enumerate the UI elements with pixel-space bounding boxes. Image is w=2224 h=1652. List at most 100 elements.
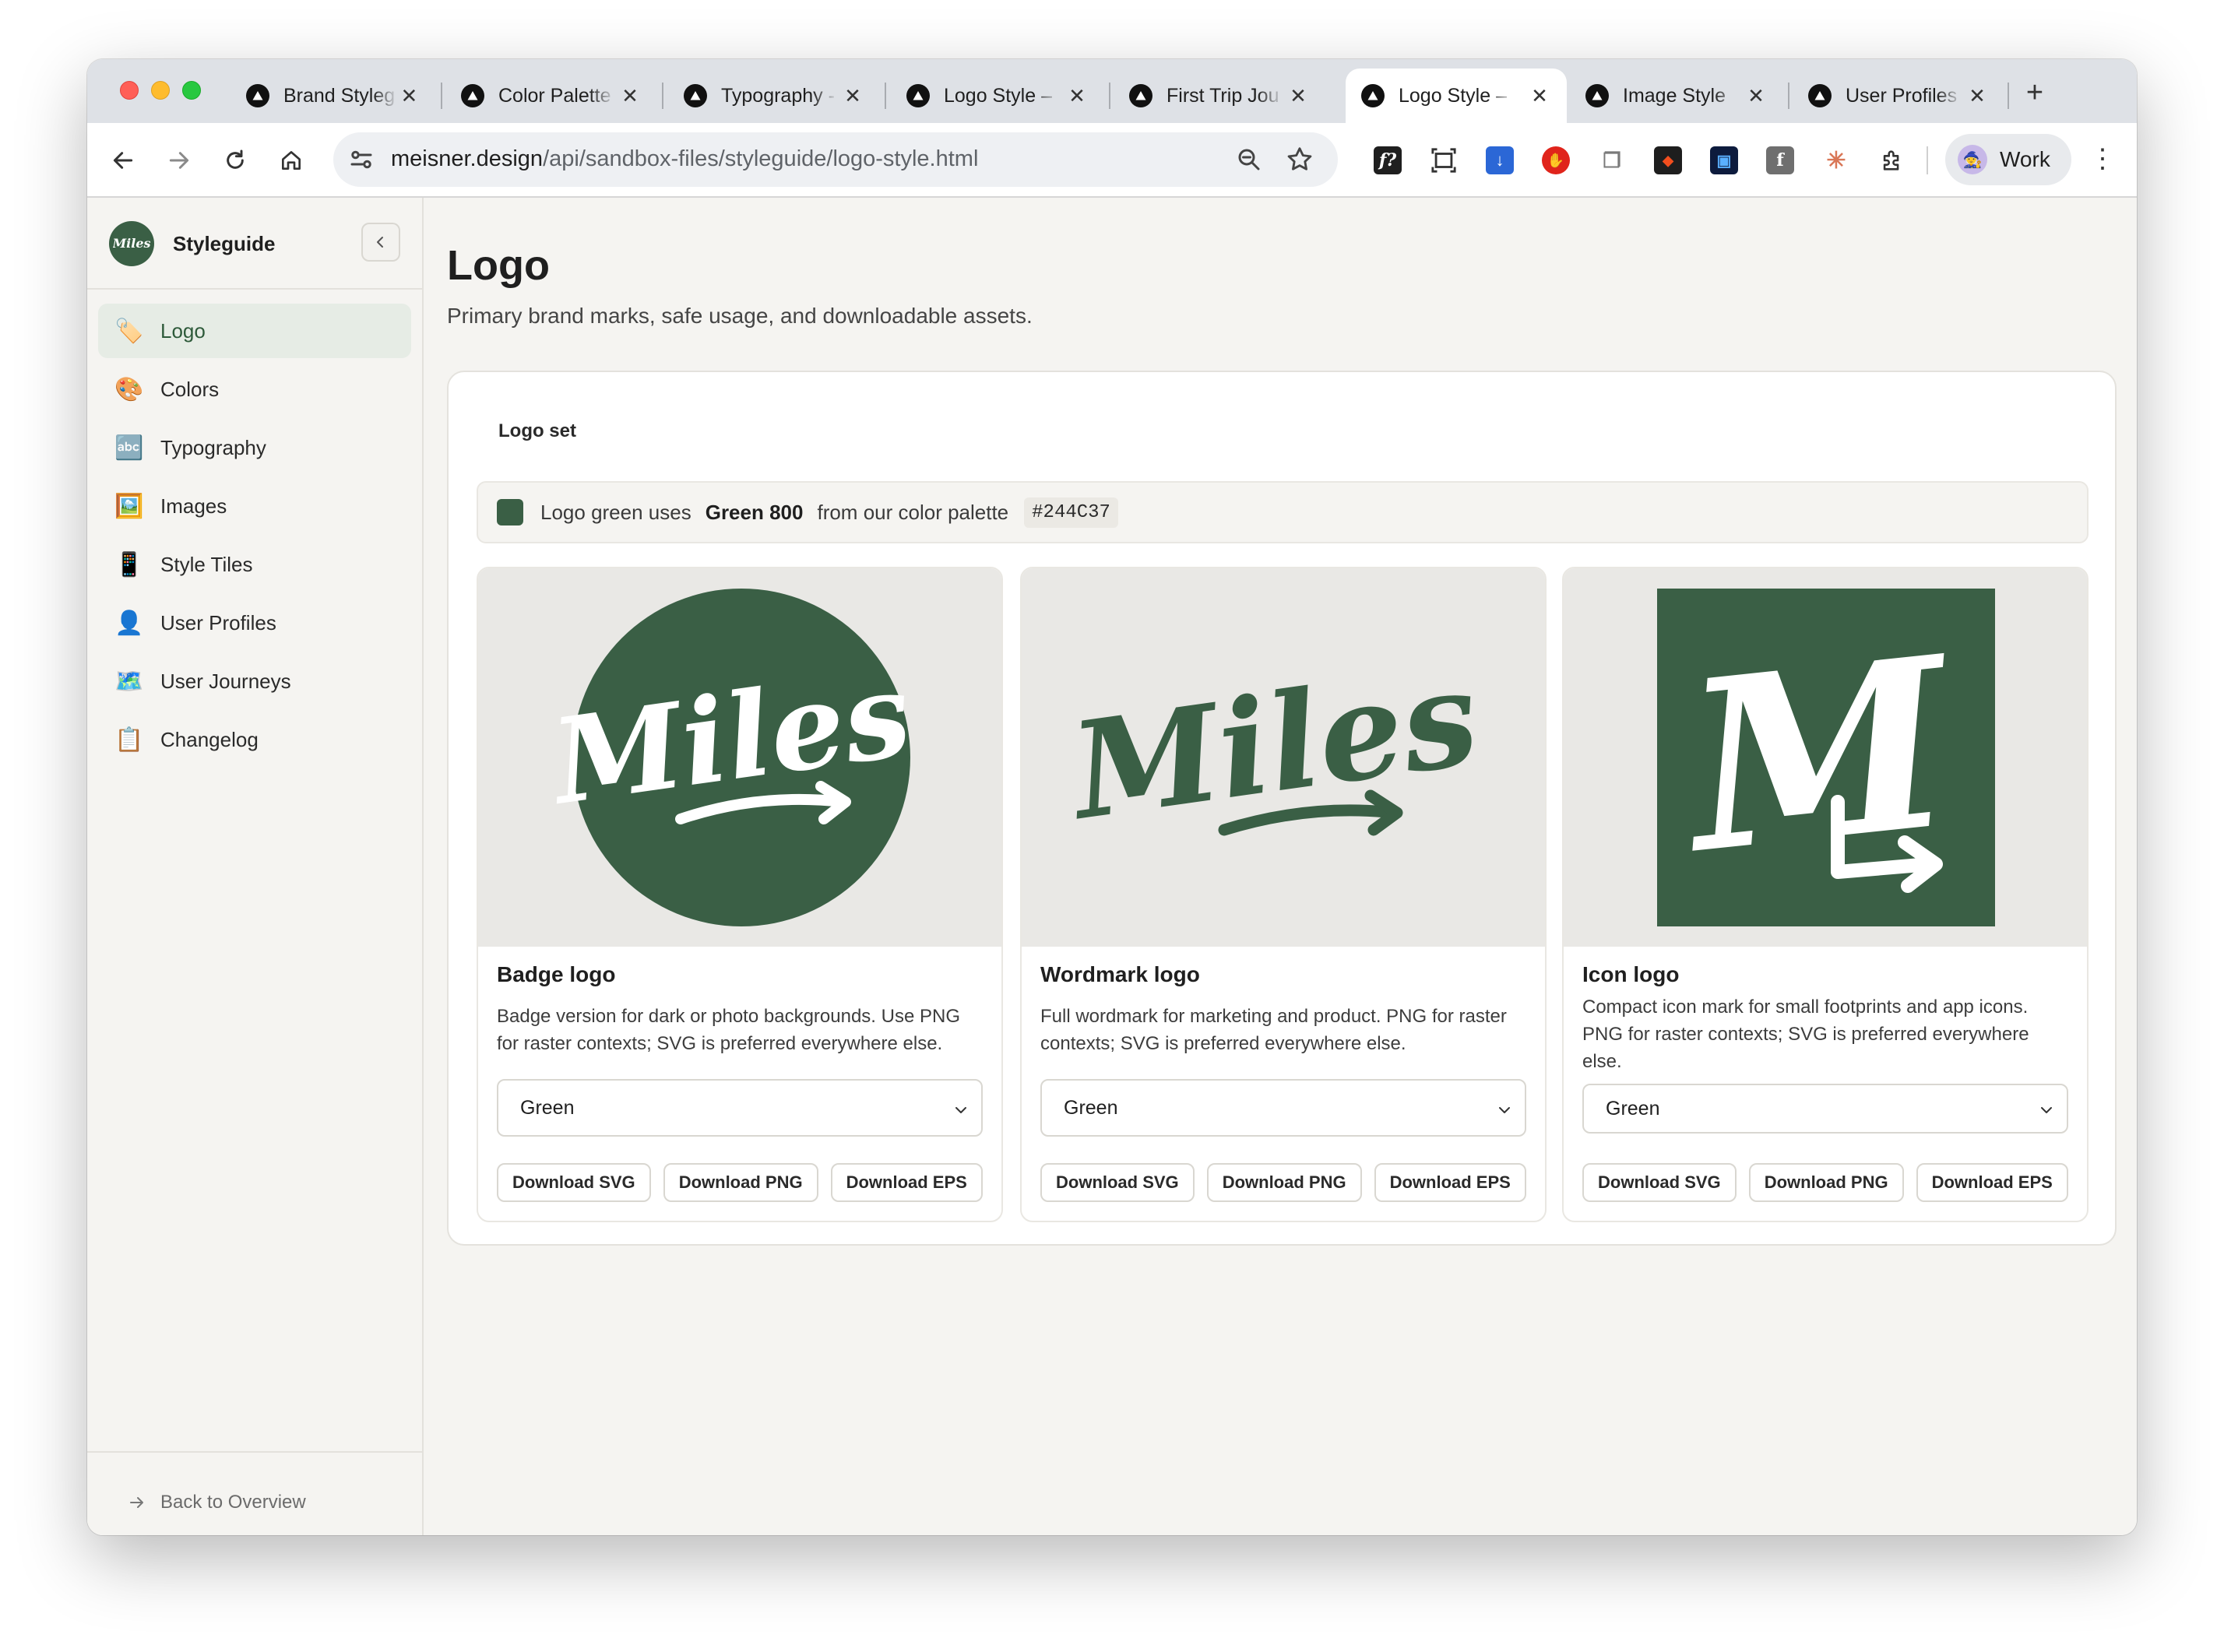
sidebar-item-user-profiles[interactable]: 👤 User Profiles	[98, 596, 411, 650]
tab-title: User Profiles	[1846, 84, 1958, 107]
sidebar-item-images[interactable]: 🖼️ Images	[98, 479, 411, 533]
new-tab-button[interactable]: +	[2015, 73, 2054, 112]
logo-description: Full wordmark for marketing and product.…	[1040, 1006, 1507, 1054]
puzzle-extensions-icon[interactable]	[1878, 146, 1906, 174]
logo-description: Badge version for dark or photo backgrou…	[497, 1006, 960, 1054]
tab-separator	[1109, 83, 1110, 109]
picture-icon: 🖼️	[114, 493, 144, 519]
sidebar-item-label: Typography	[160, 435, 266, 459]
claude-extension-icon[interactable]: ✳	[1822, 146, 1850, 174]
sidebar-item-changelog[interactable]: 📋 Changelog	[98, 712, 411, 767]
svg-text:Miles: Miles	[113, 236, 150, 251]
download-eps-button[interactable]: Download EPS	[830, 1163, 983, 1202]
tab-title: First Trip Jou	[1167, 84, 1279, 107]
sidebar-item-style-tiles[interactable]: 📱 Style Tiles	[98, 537, 411, 592]
tab-close-icon[interactable]: ✕	[1286, 84, 1310, 108]
palette-icon: 🎨	[114, 376, 144, 402]
download-eps-button[interactable]: Download EPS	[1374, 1163, 1526, 1202]
tab-separator	[2008, 83, 2009, 109]
address-bar[interactable]: meisner.design/api/sandbox-files/stylegu…	[333, 132, 1338, 187]
download-svg-button[interactable]: Download SVG	[1582, 1163, 1737, 1202]
adblock-extension-icon[interactable]: ✋	[1542, 146, 1570, 174]
url-text[interactable]: meisner.design/api/sandbox-files/stylegu…	[391, 146, 978, 172]
tab-brand-styleguide[interactable]: Brand Styleg ✕	[230, 69, 436, 123]
chevron-down-icon	[2041, 1107, 2052, 1113]
logo-title: Wordmark logo	[1040, 962, 1200, 986]
main-content: Logo Primary brand marks, safe usage, an…	[425, 198, 2137, 1535]
tab-first-trip-journey[interactable]: First Trip Jou ✕	[1114, 69, 1325, 123]
tab-close-icon[interactable]: ✕	[1744, 84, 1768, 108]
collapse-sidebar-button[interactable]	[361, 223, 400, 262]
badge-logo-image: Miles	[541, 589, 919, 926]
tab-close-icon[interactable]: ✕	[841, 84, 864, 108]
abc-icon: 🔤	[114, 434, 144, 461]
green-swatch	[497, 499, 523, 525]
note-color-name: Green 800	[705, 500, 804, 524]
tab-image-style[interactable]: Image Style ✕	[1570, 69, 1783, 123]
logo-preview: M	[1564, 568, 2087, 947]
minimize-window-button[interactable]	[151, 81, 170, 100]
vercel-favicon-icon	[246, 84, 269, 107]
miles-logo-icon: Miles	[109, 221, 154, 266]
site-settings-icon[interactable]	[347, 146, 375, 174]
tab-close-icon[interactable]: ✕	[1528, 84, 1551, 108]
color-variant-select[interactable]: Green	[497, 1079, 983, 1137]
tab-typography[interactable]: Typography - ✕	[668, 69, 880, 123]
download-eps-button[interactable]: Download EPS	[1916, 1163, 2068, 1202]
download-png-button[interactable]: Download PNG	[1206, 1163, 1362, 1202]
browser-menu-icon[interactable]: ⋮	[2087, 145, 2118, 176]
font-extension-icon[interactable]: f	[1766, 146, 1794, 174]
color-variant-select[interactable]: Green	[1582, 1084, 2068, 1134]
download-svg-button[interactable]: Download SVG	[1040, 1163, 1195, 1202]
sidebar-item-user-journeys[interactable]: 🗺️ User Journeys	[98, 654, 411, 708]
back-button[interactable]	[104, 142, 142, 179]
tab-user-profiles[interactable]: User Profiles ✕	[1793, 69, 2004, 123]
copy-extension-icon[interactable]: ❐	[1598, 146, 1626, 174]
sidebar-item-logo[interactable]: 🏷️ Logo	[98, 304, 411, 358]
fx-extension-icon[interactable]: f?	[1374, 146, 1402, 174]
tab-close-icon[interactable]: ✕	[618, 84, 642, 108]
zoom-icon[interactable]	[1235, 146, 1263, 174]
logo-description: Compact icon mark for small footprints a…	[1582, 996, 2029, 1072]
note-suffix: from our color palette	[817, 500, 1009, 524]
reload-button[interactable]	[216, 142, 254, 179]
tab-logo-style-active[interactable]: Logo Style – ✕	[1346, 69, 1567, 123]
tab-separator	[441, 83, 442, 109]
tab-close-icon[interactable]: ✕	[1965, 84, 1989, 108]
figma-extension-icon[interactable]: ◆	[1654, 146, 1682, 174]
tab-logo-style-1[interactable]: Logo Style – ✕	[891, 69, 1104, 123]
back-to-overview-link[interactable]: Back to Overview	[128, 1492, 306, 1513]
sidebar-brand: Miles Styleguide	[109, 221, 275, 266]
tab-close-icon[interactable]: ✕	[398, 84, 421, 108]
arrow-right-icon	[169, 152, 189, 169]
download-extension-icon[interactable]: ↓	[1486, 146, 1514, 174]
screenshot-extension-icon[interactable]	[1430, 146, 1458, 174]
logo-set-card: Logo set Logo green uses Green 800 from …	[447, 371, 2117, 1246]
vercel-favicon-icon	[906, 84, 930, 107]
profile-avatar-icon: 🧙	[1958, 145, 1987, 174]
download-svg-button[interactable]: Download SVG	[497, 1163, 651, 1202]
download-png-button[interactable]: Download PNG	[663, 1163, 818, 1202]
forward-button[interactable]	[160, 142, 198, 179]
home-icon	[282, 151, 301, 170]
scan-extension-icon[interactable]: ▣	[1710, 146, 1738, 174]
zoom-window-button[interactable]	[182, 81, 201, 100]
download-png-button[interactable]: Download PNG	[1748, 1163, 1904, 1202]
bookmark-star-icon[interactable]	[1285, 145, 1314, 174]
color-variant-select[interactable]: Green	[1040, 1079, 1526, 1137]
clipboard-icon: 📋	[114, 726, 144, 753]
hex-code: #244C37	[1024, 497, 1118, 528]
tab-color-palette[interactable]: Color Palette ✕	[445, 69, 657, 123]
url-host: meisner.design	[391, 146, 544, 171]
tab-close-icon[interactable]: ✕	[1065, 84, 1089, 108]
close-window-button[interactable]	[120, 81, 139, 100]
sidebar-item-colors[interactable]: 🎨 Colors	[98, 362, 411, 417]
home-button[interactable]	[273, 142, 310, 179]
sidebar-item-typography[interactable]: 🔤 Typography	[98, 420, 411, 475]
profile-button[interactable]: 🧙 Work	[1945, 134, 2071, 185]
select-value: Green	[520, 1096, 575, 1119]
vercel-favicon-icon	[1808, 84, 1832, 107]
logo-title: Badge logo	[497, 962, 616, 986]
wordmark-logo-image: Miles	[1059, 639, 1487, 850]
vercel-favicon-icon	[1361, 84, 1385, 107]
